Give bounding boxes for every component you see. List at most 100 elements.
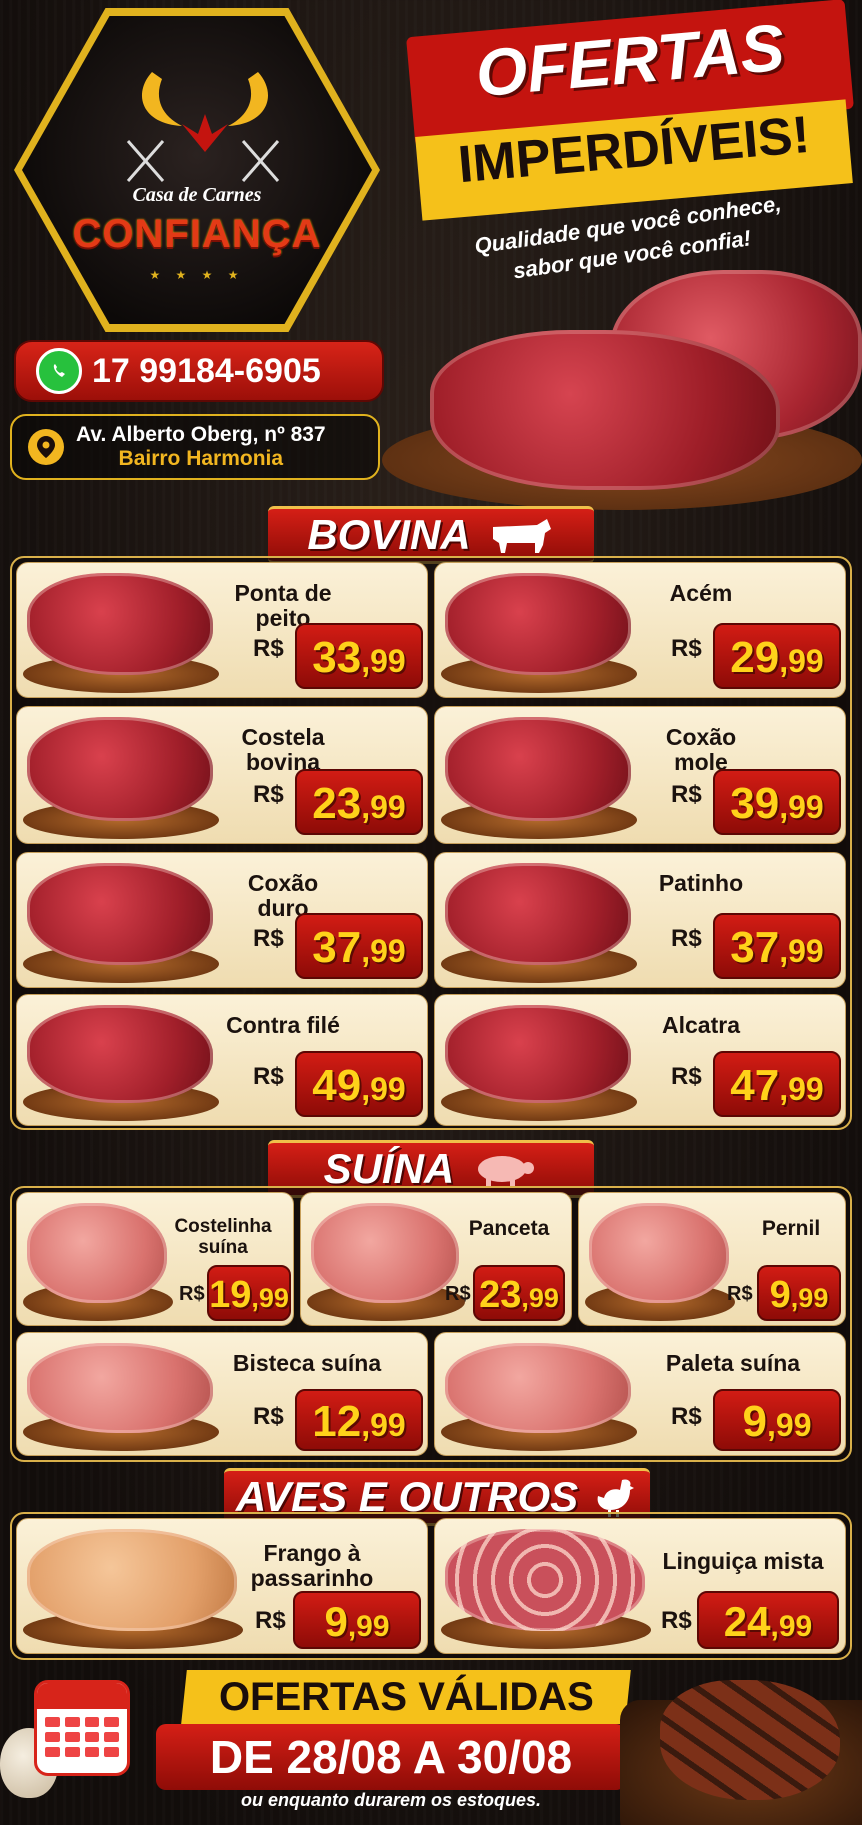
price-tag: 23,99	[295, 769, 423, 835]
price-decimal: ,99	[361, 643, 406, 679]
product-photo	[311, 1203, 459, 1303]
currency-label: R$	[253, 635, 284, 662]
price-decimal: ,99	[770, 1610, 813, 1643]
currency-label: R$	[671, 1403, 702, 1430]
price-tag: 37,99	[295, 913, 423, 979]
product-card[interactable]: Ponta de peito R$ 33,99	[16, 562, 428, 698]
product-name: Bisteca suína	[232, 1350, 382, 1376]
cow-icon	[492, 519, 551, 553]
product-card[interactable]: Patinho R$ 37,99	[434, 852, 846, 988]
product-photo	[445, 717, 631, 821]
phone-number: 17 99184-6905	[92, 351, 321, 390]
product-card[interactable]: Panceta R$ 23,99	[300, 1192, 572, 1326]
price-integer: 39	[730, 779, 780, 828]
product-card[interactable]: Coxão mole R$ 39,99	[434, 706, 846, 844]
product-photo	[27, 573, 213, 675]
product-photo	[27, 1343, 213, 1433]
price-tag: 37,99	[713, 913, 841, 979]
price-integer: 37	[730, 923, 780, 972]
product-name: Acém	[669, 580, 733, 606]
validity-dates: DE 28/08 A 30/08	[156, 1724, 626, 1790]
product-name: Frango à passarinho	[250, 1540, 374, 1592]
price-decimal: ,99	[361, 1071, 406, 1107]
price-integer: 9	[742, 1397, 767, 1446]
currency-label: R$	[253, 1403, 284, 1430]
product-card[interactable]: Costelinha suína R$ 19,99	[16, 1192, 294, 1326]
currency-label: R$	[671, 781, 702, 808]
currency-label: R$	[253, 781, 284, 808]
address-street: Av. Alberto Oberg, nº 837	[76, 423, 326, 446]
product-card[interactable]: Bisteca suína R$ 12,99	[16, 1332, 428, 1456]
product-name: Costela bovina	[241, 724, 325, 776]
phone-badge[interactable]: 17 99184-6905	[14, 340, 384, 402]
price-integer: 24	[723, 1598, 771, 1645]
brand-logo: Casa de Carnes CONFIANÇA ★ ★ ★ ★	[14, 8, 380, 332]
price-decimal: ,99	[251, 1283, 289, 1313]
price-integer: 19	[209, 1274, 252, 1316]
currency-label: R$	[727, 1283, 753, 1305]
price-tag: 47,99	[713, 1051, 841, 1117]
price-decimal: ,99	[779, 643, 824, 679]
price-integer: 23	[312, 779, 362, 828]
validity-title-text: OFERTAS VÁLIDAS	[218, 1674, 594, 1719]
product-photo	[445, 573, 631, 675]
product-card[interactable]: Acém R$ 29,99	[434, 562, 846, 698]
price-decimal: ,99	[361, 1407, 406, 1443]
price-decimal: ,99	[779, 789, 824, 825]
product-photo	[445, 1343, 631, 1433]
product-card[interactable]: Paleta suína R$ 9,99	[434, 1332, 846, 1456]
price-tag: 49,99	[295, 1051, 423, 1117]
price-integer: 23	[479, 1274, 522, 1316]
address-neighborhood: Bairro Harmonia	[118, 447, 284, 470]
price-tag: 29,99	[713, 623, 841, 689]
currency-label: R$	[253, 1063, 284, 1090]
location-pin-icon	[28, 429, 64, 465]
whatsapp-icon	[36, 348, 82, 394]
validity-note: ou enquanto durarem os estoques.	[240, 1790, 542, 1810]
product-photo	[27, 717, 213, 821]
product-photo	[445, 863, 631, 965]
currency-label: R$	[671, 1063, 702, 1090]
product-name: Linguiça mista	[662, 1548, 824, 1574]
currency-label: R$	[671, 925, 702, 952]
price-tag: 12,99	[295, 1389, 423, 1451]
brand-stars: ★ ★ ★ ★	[149, 268, 245, 282]
price-decimal: ,99	[361, 789, 406, 825]
currency-label: R$	[671, 635, 702, 662]
brand-tagline: Casa de Carnes	[132, 184, 262, 206]
product-photo	[27, 863, 213, 965]
price-decimal: ,99	[347, 1610, 390, 1643]
price-tag: 9,99	[757, 1265, 841, 1321]
product-name: Paleta suína	[665, 1350, 801, 1376]
price-integer: 37	[312, 923, 362, 972]
price-integer: 29	[730, 633, 780, 682]
price-tag: 33,99	[295, 623, 423, 689]
product-name: Contra filé	[226, 1012, 340, 1038]
product-card[interactable]: Linguiça mista R$ 24,99	[434, 1518, 846, 1654]
product-name: Pernil	[761, 1217, 821, 1240]
product-card[interactable]: Alcatra R$ 47,99	[434, 994, 846, 1126]
currency-label: R$	[253, 925, 284, 952]
currency-label: R$	[179, 1283, 205, 1305]
currency-label: R$	[255, 1607, 286, 1634]
product-card[interactable]: Frango à passarinho R$ 9,99	[16, 1518, 428, 1654]
product-card[interactable]: Coxão duro R$ 37,99	[16, 852, 428, 988]
product-photo	[445, 1005, 631, 1103]
product-photo	[27, 1203, 167, 1303]
price-tag: 9,99	[293, 1591, 421, 1649]
currency-label: R$	[445, 1283, 471, 1305]
price-tag: 23,99	[473, 1265, 565, 1321]
grilled-steak-image	[660, 1680, 840, 1800]
price-decimal: ,99	[779, 1071, 824, 1107]
product-card[interactable]: Pernil R$ 9,99	[578, 1192, 846, 1326]
price-decimal: ,99	[767, 1407, 812, 1443]
product-name: Coxão mole	[665, 724, 737, 776]
price-integer: 9	[324, 1598, 348, 1645]
product-card[interactable]: Contra filé R$ 49,99	[16, 994, 428, 1126]
product-photo	[27, 1005, 213, 1103]
product-name: Patinho	[658, 870, 744, 896]
price-decimal: ,99	[790, 1283, 829, 1313]
product-card[interactable]: Costela bovina R$ 23,99	[16, 706, 428, 844]
section-title: BOVINA	[307, 511, 471, 558]
price-integer: 49	[312, 1061, 362, 1110]
